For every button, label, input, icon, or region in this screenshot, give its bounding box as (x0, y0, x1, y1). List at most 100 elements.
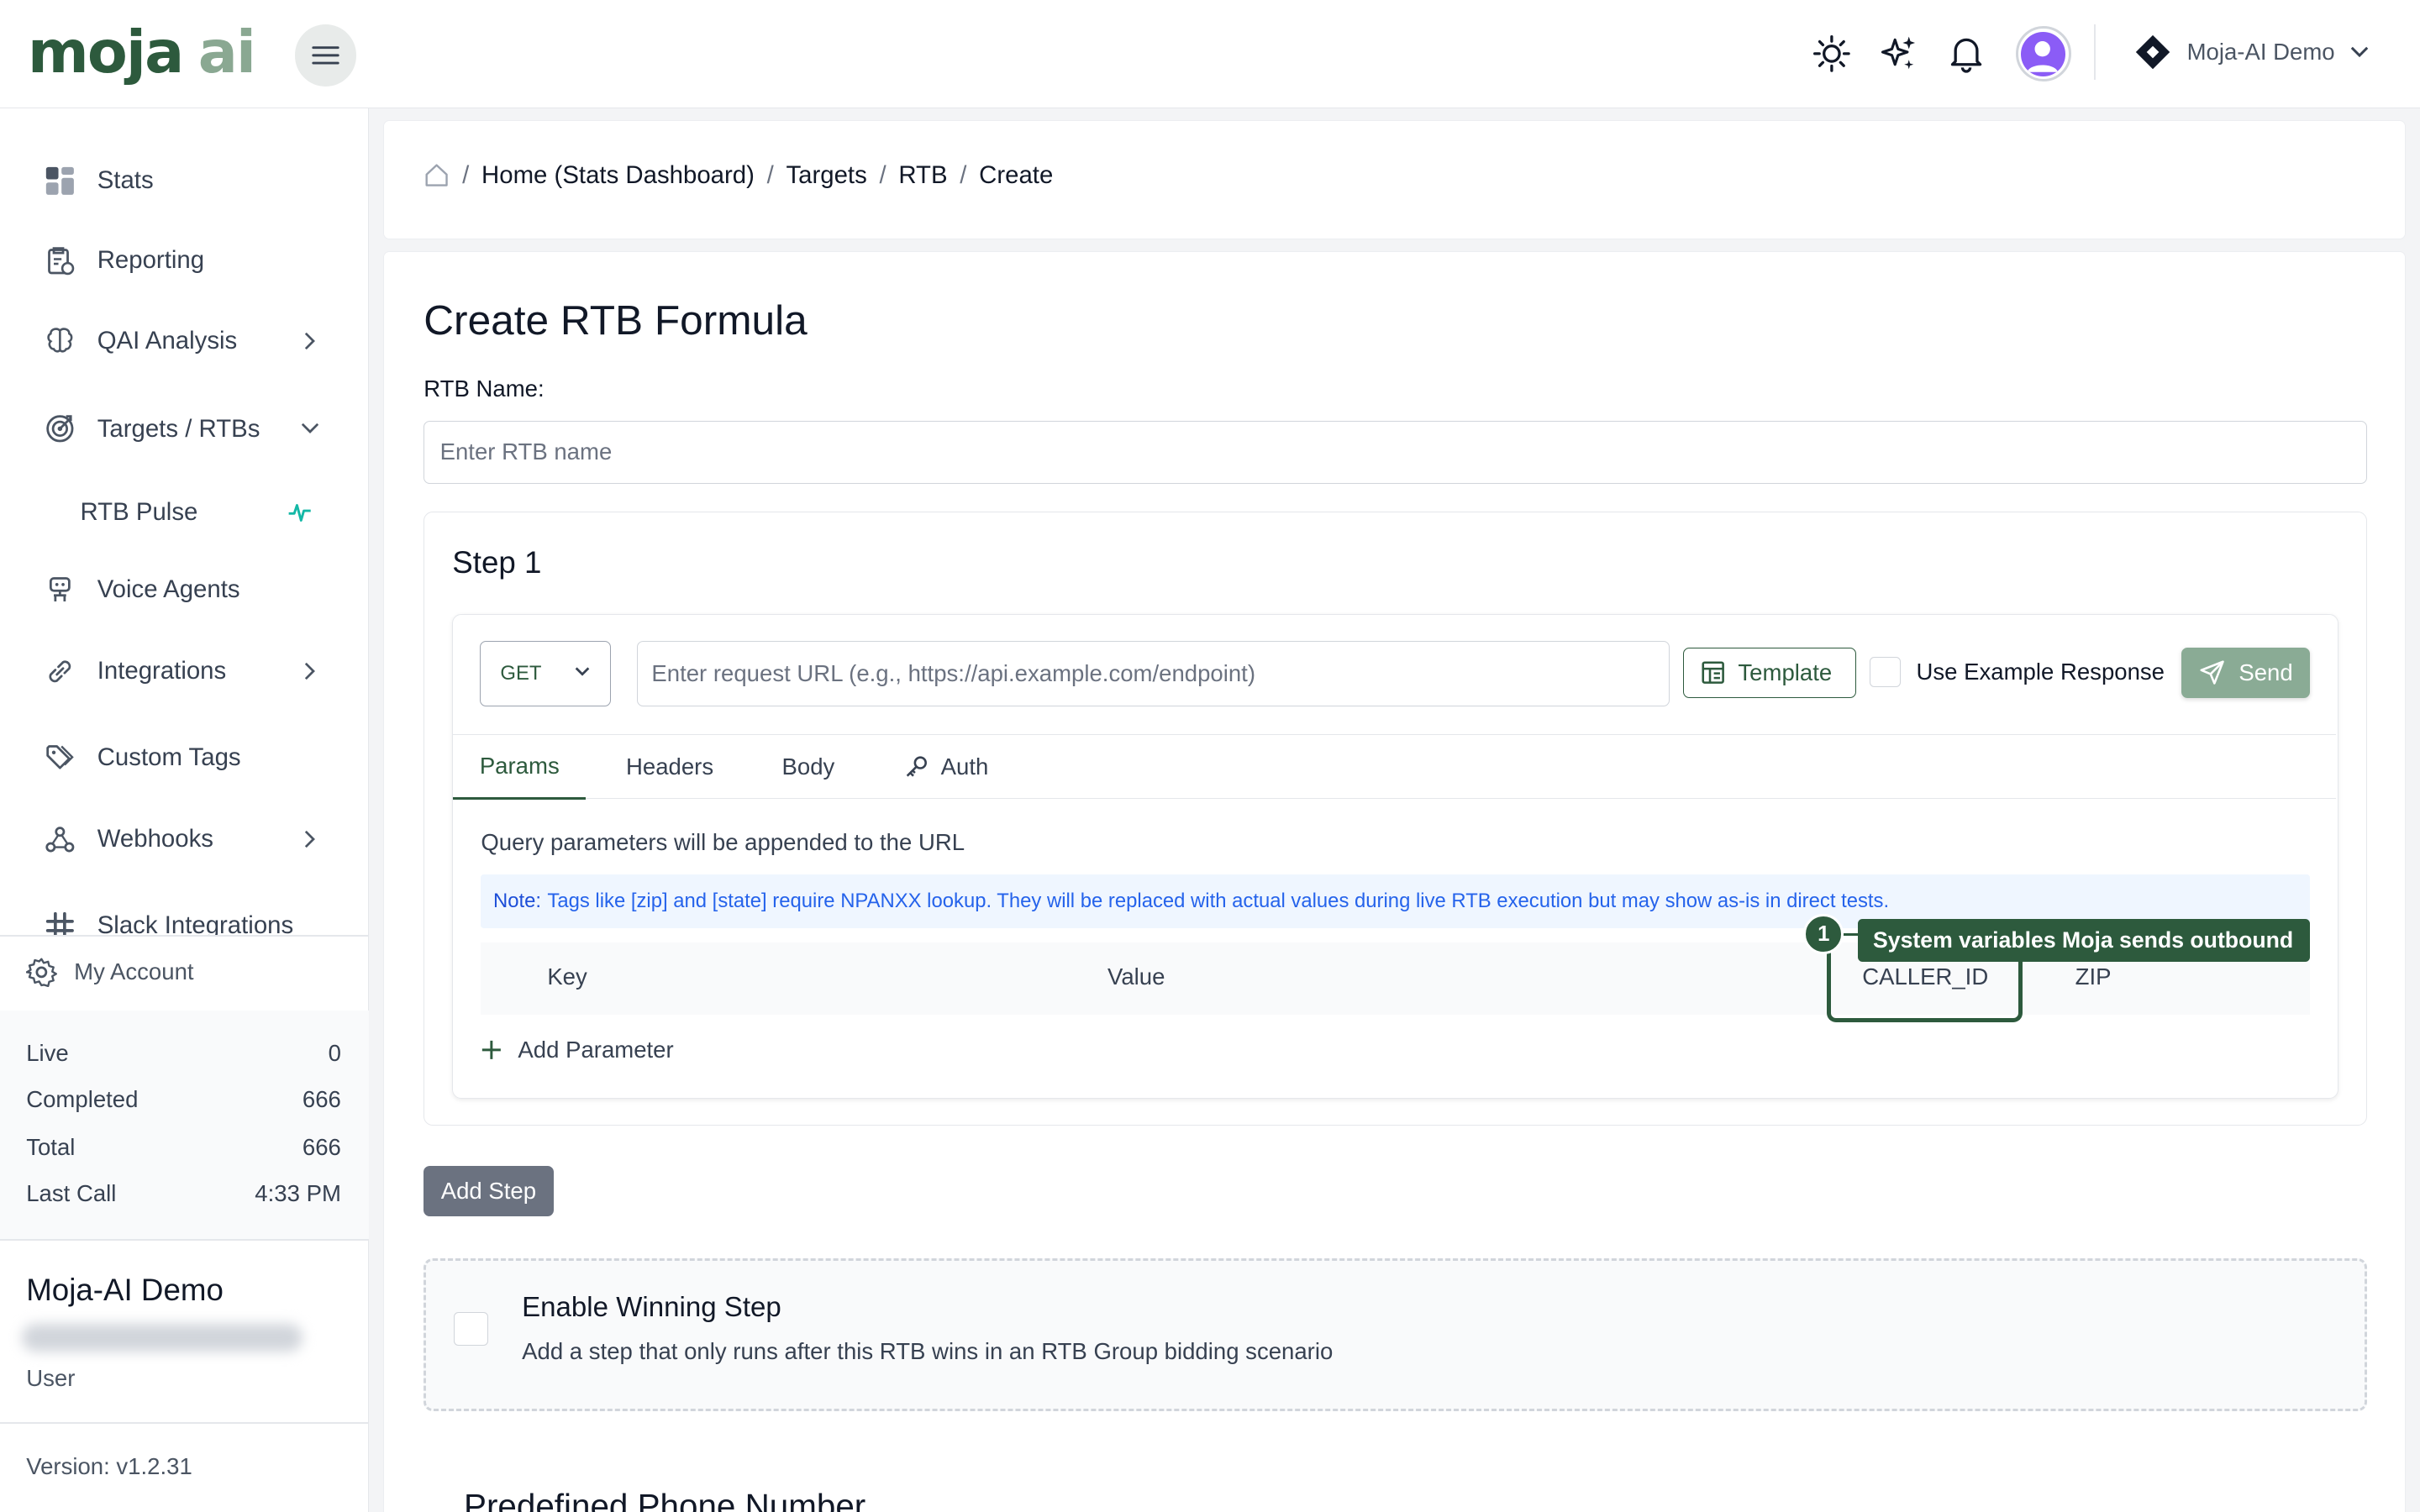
home-icon[interactable] (424, 162, 450, 188)
sidebar-item-label: Slack Integrations (97, 911, 294, 936)
send-label: Send (2238, 659, 2293, 686)
stat-total: Total 666 (26, 1134, 341, 1161)
my-account-link[interactable]: My Account (0, 941, 369, 1002)
account-switcher[interactable]: Moja-AI Demo (2134, 31, 2369, 74)
tab-label: Body (781, 753, 835, 780)
stat-label: Last Call (26, 1180, 117, 1207)
step-card: Step 1 GET Template Use Example Response (424, 511, 2367, 1126)
note-label: Note: (493, 889, 542, 912)
user-avatar-button[interactable] (2015, 26, 2071, 82)
column-value: Value (1107, 963, 1165, 990)
tab-params[interactable]: Params (453, 735, 587, 800)
sidebar-item-rtb-pulse[interactable]: RTB Pulse (0, 481, 369, 543)
breadcrumb-card: / Home (Stats Dashboard) / Targets / RTB… (382, 120, 2407, 239)
chevron-down-icon (2350, 46, 2369, 59)
theme-toggle-button[interactable] (1810, 28, 1853, 80)
tab-label: Auth (940, 753, 989, 780)
breadcrumb-rtb[interactable]: RTB (898, 161, 947, 190)
stat-label: Total (26, 1133, 76, 1160)
call-stats: Live 0 Completed 666 Total 666 Last Call… (0, 1011, 369, 1239)
stat-last-call: Last Call 4:33 PM (26, 1180, 341, 1207)
winning-step-description: Add a step that only runs after this RTB… (522, 1337, 1334, 1364)
breadcrumb-home[interactable]: Home (Stats Dashboard) (481, 161, 755, 190)
sidebar-item-label: Targets / RTBs (97, 414, 260, 443)
hamburger-icon (312, 45, 339, 66)
org-name: Moja-AI Demo (26, 1273, 224, 1308)
stat-live: Live 0 (26, 1040, 341, 1067)
breadcrumb-separator: / (960, 161, 967, 189)
system-var-zip[interactable]: ZIP (2075, 963, 2112, 990)
sparkles-icon (1878, 34, 1918, 74)
breadcrumb: / Home (Stats Dashboard) / Targets / RTB… (424, 161, 1053, 190)
top-header: moja ai Moja-AI Demo (0, 0, 2420, 108)
step-title: Step 1 (452, 544, 542, 580)
chevron-right-icon (297, 659, 322, 683)
winning-step-title: Enable Winning Step (522, 1291, 781, 1323)
stat-value: 0 (328, 1039, 341, 1066)
target-icon (45, 413, 76, 444)
sidebar-item-label: Integrations (97, 656, 227, 685)
sidebar-item-stats[interactable]: Stats (0, 150, 369, 211)
menu-toggle-button[interactable] (294, 24, 357, 87)
request-tabs: Params Headers Body Auth (453, 733, 2337, 800)
sidebar-item-qai-analysis[interactable]: QAI Analysis (0, 310, 369, 371)
logo[interactable]: moja ai (28, 13, 256, 93)
sidebar-item-label: Webhooks (97, 825, 213, 853)
sidebar-item-voice-agents[interactable]: Voice Agents (0, 559, 369, 620)
sidebar-item-webhooks[interactable]: Webhooks (0, 808, 369, 869)
diamond-icon (2134, 34, 2171, 71)
sidebar-item-integrations[interactable]: Integrations (0, 640, 369, 701)
header-divider (2094, 24, 2096, 81)
add-step-button[interactable]: Add Step (424, 1165, 554, 1217)
rtb-name-input[interactable] (424, 420, 2367, 484)
method-select[interactable]: GET (479, 641, 611, 706)
sidebar-item-custom-tags[interactable]: Custom Tags (0, 727, 369, 788)
divider (0, 935, 369, 937)
sidebar-item-reporting[interactable]: Reporting (0, 230, 369, 291)
tab-body[interactable]: Body (782, 735, 835, 800)
template-label: Template (1738, 659, 1833, 686)
callout-tooltip: System variables Moja sends outbound (1857, 918, 2310, 963)
add-parameter-label: Add Parameter (518, 1036, 674, 1063)
sun-icon (1812, 34, 1852, 74)
ai-assistant-button[interactable] (1876, 28, 1919, 80)
link-icon (45, 656, 76, 687)
sidebar-nav: Stats Reporting QAI Analysis Targets / R… (0, 108, 369, 936)
breadcrumb-separator: / (879, 161, 886, 189)
pulse-icon (287, 500, 312, 524)
chevron-down-icon (297, 417, 322, 441)
logo-accent: ai (197, 18, 256, 87)
note-text: Tags like [zip] and [state] require NPAN… (547, 889, 1890, 912)
main-card: Create RTB Formula RTB Name: Step 1 GET … (382, 251, 2407, 1512)
chevron-right-icon (297, 328, 322, 353)
tab-headers[interactable]: Headers (626, 735, 713, 800)
method-value: GET (500, 661, 542, 685)
sidebar-item-label: RTB Pulse (80, 497, 198, 526)
sidebar-item-slack-integrations[interactable]: Slack Integrations (0, 895, 369, 936)
sidebar-item-targets-rtbs[interactable]: Targets / RTBs (0, 398, 369, 459)
add-parameter-button[interactable]: Add Parameter (481, 1036, 674, 1063)
column-key: Key (547, 963, 587, 990)
key-icon (904, 754, 929, 779)
tab-label: Headers (626, 753, 714, 780)
divider (0, 1422, 369, 1425)
breadcrumb-targets[interactable]: Targets (786, 161, 866, 190)
sidebar-item-label: QAI Analysis (97, 326, 238, 354)
app-version: Version: v1.2.31 (26, 1453, 192, 1480)
use-example-response-checkbox[interactable] (1870, 656, 1902, 688)
enable-winning-step-checkbox[interactable] (454, 1311, 488, 1346)
stat-value: 666 (302, 1133, 341, 1160)
notifications-button[interactable] (1944, 28, 1987, 80)
template-button[interactable]: Template (1683, 647, 1856, 699)
send-button[interactable]: Send (2181, 647, 2310, 699)
request-url-input[interactable] (636, 641, 1670, 706)
stat-label: Live (26, 1039, 69, 1066)
tab-auth[interactable]: Auth (904, 735, 989, 800)
winning-step-panel: Enable Winning Step Add a step that only… (424, 1257, 2367, 1411)
robot-icon (45, 574, 76, 605)
webhook-icon (45, 824, 76, 855)
stat-value: 666 (302, 1086, 341, 1113)
logo-main: moja (28, 18, 184, 87)
use-example-response-label: Use Example Response (1916, 658, 2165, 685)
rtb-name-label: RTB Name: (424, 375, 544, 402)
